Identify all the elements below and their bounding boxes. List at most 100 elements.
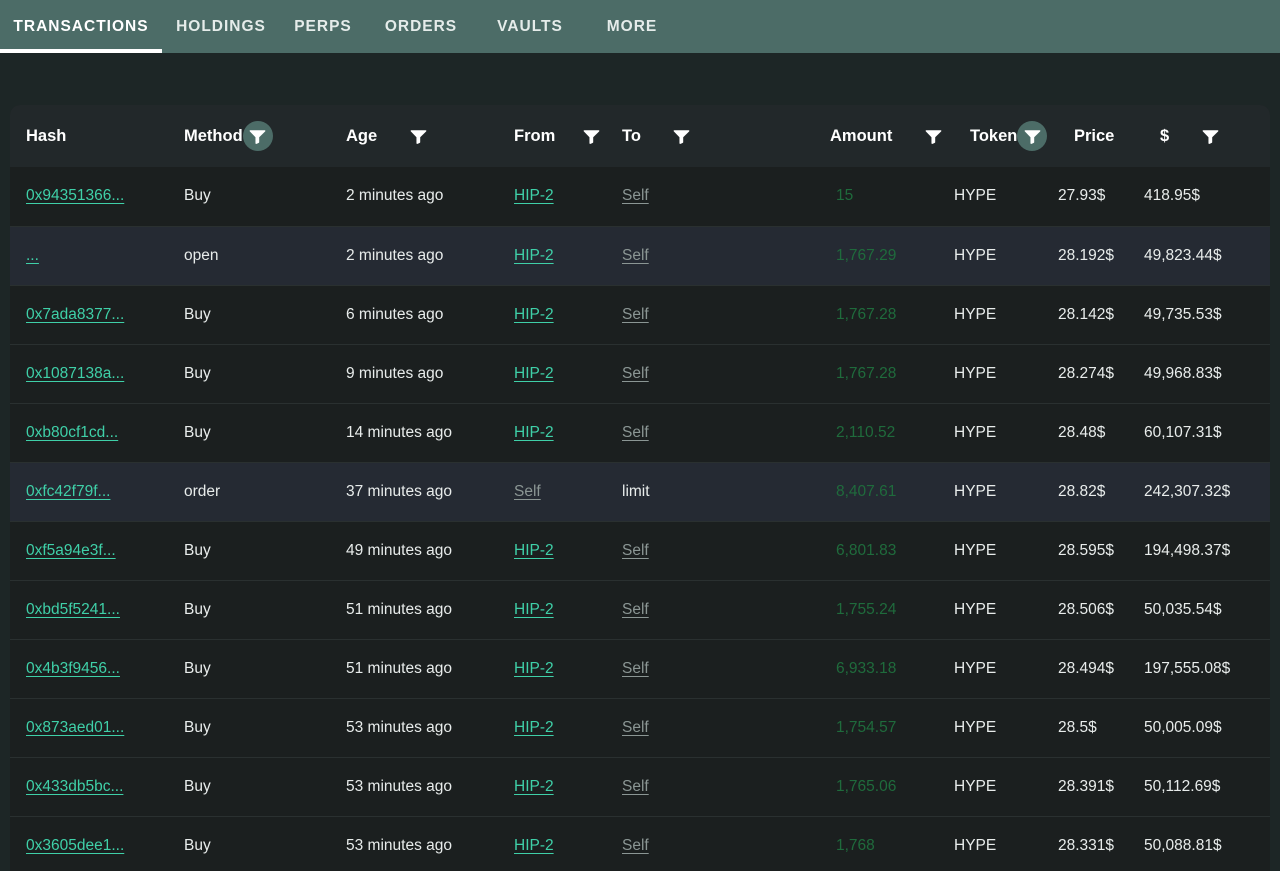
hash-link[interactable]: 0xbd5f5241... [26, 601, 120, 618]
column-header-method: Method [168, 105, 330, 167]
to-value[interactable]: Self [622, 187, 649, 204]
filter-icon[interactable] [1195, 121, 1225, 151]
price-value: 28.48$ [1058, 423, 1106, 441]
to-value[interactable]: Self [622, 306, 649, 323]
table-row[interactable]: 0x1087138a... Buy 9 minutes ago HIP-2 Self 1,… [10, 343, 1270, 403]
to-value[interactable]: Self [622, 247, 649, 264]
cell-usd: 49,968.83$ [1144, 343, 1270, 403]
to-value[interactable]: Self [622, 837, 649, 854]
token-value: HYPE [954, 364, 997, 382]
filter-icon[interactable] [242, 121, 273, 151]
price-value: 28.142$ [1058, 305, 1115, 323]
tab-vaults[interactable]: VAULTS [476, 0, 584, 53]
to-value[interactable]: Self [622, 365, 649, 382]
to-value[interactable]: Self [622, 660, 649, 677]
from-value[interactable]: HIP-2 [514, 660, 554, 677]
hash-link[interactable]: 0x4b3f9456... [26, 660, 120, 677]
cell-usd: 50,005.09$ [1144, 697, 1270, 757]
hash-link[interactable]: 0x7ada8377... [26, 306, 124, 323]
from-value[interactable]: HIP-2 [514, 837, 554, 854]
table-row[interactable]: 0x4b3f9456... Buy 51 minutes ago HIP-2 Self 6… [10, 638, 1270, 698]
to-value[interactable]: Self [622, 601, 649, 618]
from-value[interactable]: HIP-2 [514, 778, 554, 795]
price-value: 28.595$ [1058, 541, 1115, 559]
column-header-label-from: From [514, 126, 556, 145]
usd-value: 50,005.09$ [1144, 718, 1222, 736]
tab-perps[interactable]: PERPS [280, 0, 366, 53]
filter-icon[interactable] [667, 121, 697, 151]
amount-value: 1,767.28 [836, 305, 897, 323]
cell-hash: 0xfc42f79f... [10, 461, 168, 521]
from-value[interactable]: Self [514, 483, 541, 500]
cell-age: 53 minutes ago [330, 697, 498, 757]
cell-method: order [168, 461, 330, 521]
cell-to: Self [606, 402, 814, 462]
cell-method: open [168, 225, 330, 285]
to-value[interactable]: Self [622, 542, 649, 559]
to-value[interactable]: Self [622, 424, 649, 441]
cell-age: 53 minutes ago [330, 815, 498, 871]
table-row[interactable]: 0xbd5f5241... Buy 51 minutes ago HIP-2 Self 1… [10, 579, 1270, 639]
table-row[interactable]: 0x433db5bc... Buy 53 minutes ago HIP-2 Self 1… [10, 756, 1270, 816]
price-value: 28.391$ [1058, 777, 1115, 795]
cell-from: HIP-2 [498, 756, 606, 816]
column-header-usd: $ [1144, 105, 1270, 167]
from-value[interactable]: HIP-2 [514, 247, 554, 264]
age-value: 51 minutes ago [346, 600, 452, 618]
from-value[interactable]: HIP-2 [514, 719, 554, 736]
hash-link[interactable]: 0xf5a94e3f... [26, 542, 116, 559]
table-row[interactable]: ... open 2 minutes ago HIP-2 Self 1,767.29 HYP… [10, 225, 1270, 285]
amount-value: 1,755.24 [836, 600, 897, 618]
filter-icon[interactable] [918, 121, 948, 151]
tab-holdings[interactable]: HOLDINGS [162, 0, 280, 53]
cell-price: 28.494$ [1058, 638, 1144, 698]
table-row[interactable]: 0x7ada8377... Buy 6 minutes ago HIP-2 Self 1,… [10, 284, 1270, 344]
cell-age: 6 minutes ago [330, 284, 498, 344]
to-value[interactable]: Self [622, 719, 649, 736]
token-value: HYPE [954, 187, 997, 205]
to-value[interactable]: Self [622, 778, 649, 795]
cell-token: HYPE [954, 638, 1058, 698]
cell-hash: 0x4b3f9456... [10, 638, 168, 698]
hash-link[interactable]: 0x1087138a... [26, 365, 124, 382]
token-value: HYPE [954, 423, 997, 441]
from-value[interactable]: HIP-2 [514, 187, 554, 204]
cell-method: Buy [168, 343, 330, 403]
hash-link[interactable]: ... [26, 247, 39, 264]
filter-icon[interactable] [1017, 121, 1048, 151]
cell-method: Buy [168, 697, 330, 757]
tab-more[interactable]: MORE [584, 0, 680, 53]
cell-hash: 0x873aed01... [10, 697, 168, 757]
tab-orders[interactable]: ORDERS [366, 0, 476, 53]
tab-transactions[interactable]: TRANSACTIONS [0, 0, 162, 53]
hash-link[interactable]: 0x873aed01... [26, 719, 124, 736]
table-row[interactable]: 0x873aed01... Buy 53 minutes ago HIP-2 Self 1… [10, 697, 1270, 757]
table-row[interactable]: 0x3605dee1... Buy 53 minutes ago HIP-2 Self 1… [10, 815, 1270, 871]
cell-to: Self [606, 284, 814, 344]
token-value: HYPE [954, 777, 997, 795]
page-body: Hash Method Age From To Amount Token Price $ 0x9… [0, 53, 1280, 871]
table-row[interactable]: 0xf5a94e3f... Buy 49 minutes ago HIP-2 Self 6… [10, 520, 1270, 580]
from-value[interactable]: HIP-2 [514, 424, 554, 441]
hash-link[interactable]: 0x3605dee1... [26, 837, 124, 854]
age-value: 37 minutes ago [346, 482, 452, 500]
cell-token: HYPE [954, 284, 1058, 344]
cell-price: 28.391$ [1058, 756, 1144, 816]
filter-icon[interactable] [576, 121, 606, 151]
age-value: 49 minutes ago [346, 541, 452, 559]
hash-link[interactable]: 0x433db5bc... [26, 778, 123, 795]
table-row[interactable]: 0x94351366... Buy 2 minutes ago HIP-2 Self 15… [10, 167, 1270, 226]
hash-link[interactable]: 0x94351366... [26, 187, 124, 204]
table-row[interactable]: 0xb80cf1cd... Buy 14 minutes ago HIP-2 Self 2… [10, 402, 1270, 462]
hash-link[interactable]: 0xfc42f79f... [26, 483, 110, 500]
column-header-label-method: Method [184, 126, 243, 145]
cell-age: 2 minutes ago [330, 225, 498, 285]
from-value[interactable]: HIP-2 [514, 542, 554, 559]
filter-icon[interactable] [403, 121, 433, 151]
from-value[interactable]: HIP-2 [514, 601, 554, 618]
from-value[interactable]: HIP-2 [514, 306, 554, 323]
from-value[interactable]: HIP-2 [514, 365, 554, 382]
hash-link[interactable]: 0xb80cf1cd... [26, 424, 118, 441]
table-row[interactable]: 0xfc42f79f... order 37 minutes ago Self limi… [10, 461, 1270, 521]
cell-price: 27.93$ [1058, 167, 1144, 226]
